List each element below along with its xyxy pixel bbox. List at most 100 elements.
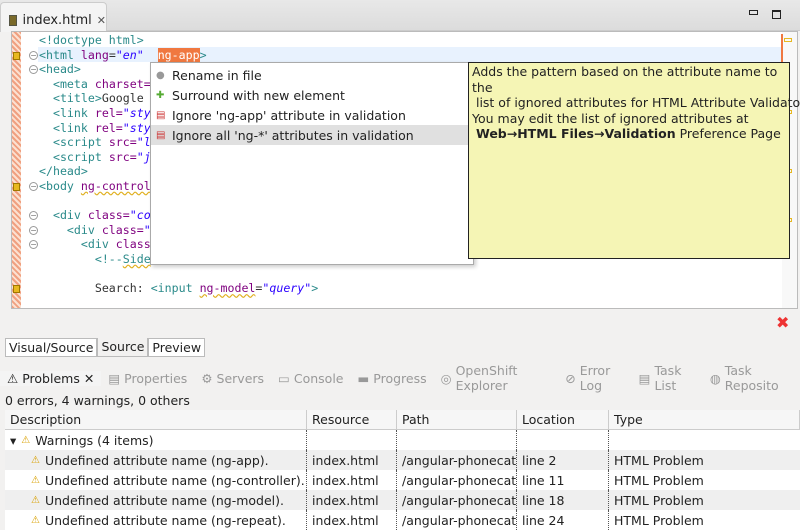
tab-servers[interactable]: ⚙ Servers bbox=[194, 371, 271, 386]
tab-properties[interactable]: ▤ Properties bbox=[101, 371, 194, 386]
tab-source[interactable]: Source bbox=[97, 338, 149, 357]
warning-marker[interactable] bbox=[784, 38, 792, 42]
code-token: <html bbox=[39, 47, 81, 62]
tab-task-reposito[interactable]: ◍ Task Reposito bbox=[703, 363, 800, 393]
column-header-description[interactable]: Description bbox=[5, 410, 307, 429]
tab-label: Problems bbox=[22, 370, 80, 386]
cell-path: /angular-phonecat/a bbox=[397, 510, 517, 530]
tab-progress[interactable]: ▬ Progress bbox=[350, 371, 433, 386]
cell-location: line 18 bbox=[517, 490, 609, 510]
code-token: "l bbox=[136, 135, 151, 150]
code-token: "sty bbox=[122, 120, 151, 135]
console-icon: ▭ bbox=[278, 370, 290, 386]
table-row[interactable]: ⚠ Undefined attribute name (ng-controller… bbox=[5, 470, 800, 490]
code-token: <head> bbox=[39, 62, 81, 77]
cell-location: line 11 bbox=[517, 470, 609, 490]
code-token: lang bbox=[80, 47, 109, 62]
code-line[interactable]: <html lang="en" ng-app> bbox=[39, 47, 318, 63]
warnings-group-row[interactable]: ▾ ⚠ Warnings (4 items) bbox=[5, 430, 800, 450]
close-icon[interactable]: ✕ bbox=[84, 371, 94, 386]
tab-preview[interactable]: Preview bbox=[148, 338, 206, 357]
warning-icon bbox=[13, 51, 20, 60]
code-token: class= bbox=[87, 208, 130, 223]
maximize-button[interactable] bbox=[772, 10, 781, 19]
cell-path: /angular-phonecat/a bbox=[397, 490, 517, 510]
code-token: Side bbox=[122, 251, 151, 266]
openshift-icon: ◎ bbox=[440, 370, 452, 386]
empty-cell bbox=[397, 430, 517, 450]
menu-item[interactable]: ✚ Surround with new element bbox=[151, 85, 473, 105]
column-header-resource[interactable]: Resource bbox=[307, 410, 397, 429]
close-icon[interactable]: ✕ bbox=[97, 14, 106, 27]
cell-resource: index.html bbox=[307, 490, 397, 510]
fold-toggle-icon[interactable]: − bbox=[29, 182, 38, 191]
cell-description: ⚠ Undefined attribute name (ng-model). bbox=[5, 490, 307, 510]
fold-toggle-icon[interactable]: − bbox=[29, 65, 38, 75]
table-row[interactable]: ⚠ Undefined attribute name (ng-app). index… bbox=[5, 450, 800, 470]
warning-icon: ⚠ bbox=[21, 434, 31, 446]
code-token: Google bbox=[101, 91, 144, 106]
fold-toggle-icon[interactable]: − bbox=[29, 240, 38, 250]
progress-icon: ▬ bbox=[357, 370, 370, 386]
column-header-path[interactable]: Path bbox=[397, 410, 517, 429]
code-token: class= bbox=[101, 222, 144, 237]
code-line[interactable] bbox=[39, 267, 318, 282]
cell-text: index.html bbox=[312, 472, 379, 488]
tab-label: Progress bbox=[373, 370, 427, 386]
column-header-location[interactable]: Location bbox=[517, 410, 609, 429]
menu-item[interactable]: ▤ Ignore 'ng-app' attribute in validation bbox=[151, 105, 473, 125]
code-token: <div bbox=[66, 222, 102, 237]
code-token: <meta bbox=[52, 76, 95, 91]
tab-openshift-explorer[interactable]: ◎ OpenShift Explorer bbox=[434, 363, 559, 393]
cell-text: Undefined attribute name (ng-controller)… bbox=[44, 472, 305, 488]
cell-path: /angular-phonecat/a bbox=[397, 450, 517, 470]
table-header: Description Resource Path Location Type bbox=[5, 410, 800, 430]
fold-toggle-icon[interactable]: − bbox=[29, 225, 38, 235]
error-icon: ✖ bbox=[776, 313, 790, 332]
cell-description: ⚠ Undefined attribute name (ng-repeat). bbox=[5, 510, 307, 530]
code-token: > bbox=[311, 281, 319, 296]
column-header-type[interactable]: Type bbox=[609, 410, 800, 429]
code-line[interactable]: <!doctype html> bbox=[39, 33, 318, 48]
code-token: "co bbox=[129, 208, 151, 223]
menu-item[interactable]: ▤ Ignore all 'ng-*' attributes in validat… bbox=[151, 125, 473, 145]
code-token: "sty bbox=[122, 105, 151, 120]
fold-toggle-icon[interactable]: − bbox=[29, 211, 38, 221]
menu-item[interactable]: ● Rename in file bbox=[151, 65, 473, 85]
tab-problems[interactable]: ⚠ Problems ✕ bbox=[0, 370, 102, 386]
group-cell: ▾ ⚠ Warnings (4 items) bbox=[5, 430, 307, 450]
fold-toggle-icon[interactable]: − bbox=[29, 50, 38, 60]
menu-item-label: Surround with new element bbox=[172, 87, 345, 103]
table-row[interactable]: ⚠ Undefined attribute name (ng-model). ind… bbox=[5, 490, 800, 510]
preference-link[interactable]: Web→HTML Files→Validation bbox=[476, 126, 676, 141]
quickfix-menu: ● Rename in file ✚ Surround with new elemen… bbox=[150, 62, 474, 265]
cell-text: index.html bbox=[312, 512, 379, 528]
minimize-button[interactable] bbox=[749, 10, 758, 15]
editor-tab-index-html[interactable]: index.html ✕ bbox=[0, 2, 107, 32]
tab-label: Servers bbox=[216, 370, 265, 386]
tab-visual-source[interactable]: Visual/Source bbox=[5, 338, 98, 357]
cell-text: line 24 bbox=[522, 512, 565, 528]
empty-cell bbox=[307, 430, 397, 450]
expand-triangle-icon[interactable]: ▾ bbox=[10, 433, 16, 448]
empty-cell bbox=[609, 430, 800, 450]
tab-console[interactable]: ▭ Console bbox=[271, 371, 350, 386]
code-token: <!-- bbox=[94, 251, 123, 266]
table-row[interactable]: ⚠ Undefined attribute name (ng-repeat). in… bbox=[5, 510, 800, 530]
code-token: <script bbox=[52, 149, 109, 164]
cell-location: line 2 bbox=[517, 450, 609, 470]
tab-error-log[interactable]: ⊘ Error Log bbox=[558, 363, 631, 393]
properties-icon: ▤ bbox=[108, 370, 121, 386]
tab-task-list[interactable]: ▤ Task List bbox=[632, 363, 703, 393]
cell-text: Undefined attribute name (ng-model). bbox=[44, 492, 284, 508]
cell-type: HTML Problem bbox=[609, 510, 800, 530]
code-token: <!doctype html> bbox=[39, 33, 144, 47]
cell-resource: index.html bbox=[307, 510, 397, 530]
code-token: Search: bbox=[39, 281, 151, 296]
code-line[interactable]: Search: <input ng-model="query"> bbox=[39, 281, 318, 296]
